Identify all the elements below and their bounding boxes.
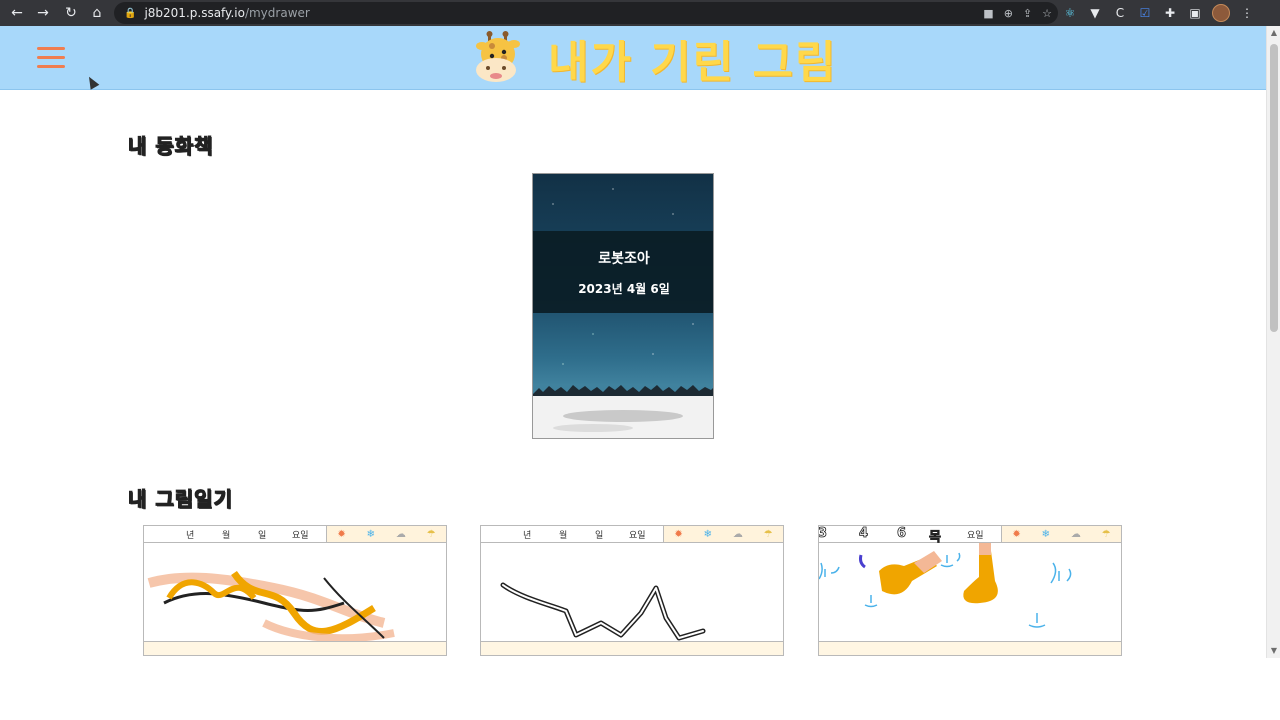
cloud-icon: ☁ (732, 528, 743, 540)
logo[interactable]: 내가 기린 그림 (474, 28, 838, 88)
handwritten-month: 4 (859, 526, 869, 541)
browser-toolbar: ← → ↻ ⌂ 🔒 j8b201.p.ssafy.io/mydrawer ■ ⊕… (0, 0, 1280, 26)
snow-icon: ❄ (1041, 528, 1050, 540)
day-label: 일 (595, 530, 604, 541)
diary-drawing (500, 582, 706, 641)
menu-dots-icon[interactable]: ⋮ (1239, 6, 1255, 20)
camera-icon[interactable]: ■ (983, 7, 993, 20)
handwritten-day: 6 (897, 526, 907, 541)
share-icon[interactable]: ⇪ (1023, 7, 1032, 20)
weekday-label: 요일 (629, 530, 646, 541)
back-icon[interactable]: ← (4, 0, 30, 26)
checkbox-extension-icon[interactable]: ☑ (1137, 6, 1153, 20)
snow-field-image (533, 385, 713, 438)
weather-row: ✹ ❄ ☁ ☂ (663, 526, 783, 542)
month-label: 월 (559, 530, 568, 541)
year-label: 년 (523, 530, 532, 541)
react-devtools-icon[interactable]: ⚛ (1062, 6, 1078, 20)
diary-drawing (819, 543, 1072, 628)
sun-icon: ✹ (337, 528, 346, 540)
address-bar[interactable]: 🔒 j8b201.p.ssafy.io/mydrawer ■ ⊕ ⇪ ☆ (114, 2, 1058, 24)
weather-row: ✹ ❄ ☁ ☂ (1001, 526, 1121, 542)
weekday-label: 요일 (292, 530, 309, 541)
snow-icon: ❄ (366, 528, 375, 540)
day-label: 일 (258, 530, 267, 541)
page-scrollbar[interactable]: ▲ ▼ (1266, 26, 1280, 658)
sidepanel-icon[interactable]: ▣ (1187, 6, 1203, 20)
diary-text-area (481, 641, 783, 655)
diary-text-area (144, 641, 446, 655)
snow-icon: ❄ (703, 528, 712, 540)
umbrella-icon: ☂ (1101, 528, 1111, 540)
diary-card[interactable]: 요일 ✹ ❄ ☁ ☂ 23 4 6 목 (818, 525, 1122, 656)
diary-date-row: 년 월 일 요일 ✹ ❄ ☁ ☂ (144, 526, 446, 543)
scrollbar-thumb[interactable] (1270, 44, 1278, 332)
weather-row: ✹ ❄ ☁ ☂ (326, 526, 446, 542)
diary-card[interactable]: 년 월 일 요일 ✹ ❄ ☁ ☂ (480, 525, 784, 656)
month-label: 월 (222, 530, 231, 541)
home-icon[interactable]: ⌂ (84, 0, 110, 26)
url-host: j8b201.p.ssafy.io (144, 6, 245, 20)
storybook-title: 로봇조아 (598, 250, 650, 267)
storybook-section-title: 내 동화책 (128, 134, 214, 159)
diary-card[interactable]: 년 월 일 요일 ✹ ❄ ☁ ☂ (143, 525, 447, 656)
url-path: /mydrawer (244, 6, 310, 20)
diary-date-row: 년 월 일 요일 ✹ ❄ ☁ ☂ (481, 526, 783, 543)
diary-section-title: 내 그림일기 (128, 487, 233, 512)
profile-avatar[interactable] (1212, 4, 1230, 22)
scroll-down-icon[interactable]: ▼ (1267, 644, 1280, 658)
storybook-date: 2023년 4월 6일 (578, 281, 670, 296)
scroll-up-icon[interactable]: ▲ (1267, 26, 1280, 40)
storybook-label-band: 로봇조아 2023년 4월 6일 (533, 231, 713, 313)
storybook-card[interactable]: 로봇조아 2023년 4월 6일 (532, 173, 714, 439)
site-title: 내가 기린 그림 (548, 37, 838, 88)
install-icon[interactable]: ⊕ (1004, 7, 1013, 20)
hamburger-menu-icon[interactable] (37, 47, 65, 68)
diary-drawing (147, 570, 395, 643)
sun-icon: ✹ (1012, 528, 1021, 540)
cloud-icon: ☁ (1070, 528, 1081, 540)
extension-c-icon[interactable]: C (1112, 6, 1128, 20)
app-header: 내가 기린 그림 (0, 26, 1266, 90)
puzzle-icon[interactable]: ✚ (1162, 6, 1178, 20)
reload-icon[interactable]: ↻ (58, 0, 84, 26)
diary-text-area (819, 641, 1121, 655)
handwritten-year: 23 (818, 526, 828, 541)
year-label: 년 (186, 530, 195, 541)
bookmark-star-icon[interactable]: ☆ (1042, 7, 1052, 20)
umbrella-icon: ☂ (426, 528, 436, 540)
sun-icon: ✹ (674, 528, 683, 540)
weekday-label: 요일 (967, 530, 984, 541)
forward-icon[interactable]: → (30, 0, 56, 26)
cloud-icon: ☁ (395, 528, 406, 540)
giraffe-icon (476, 31, 520, 82)
vue-devtools-icon[interactable]: ▼ (1087, 6, 1103, 20)
lock-icon: 🔒 (124, 7, 137, 19)
umbrella-icon: ☂ (763, 528, 773, 540)
